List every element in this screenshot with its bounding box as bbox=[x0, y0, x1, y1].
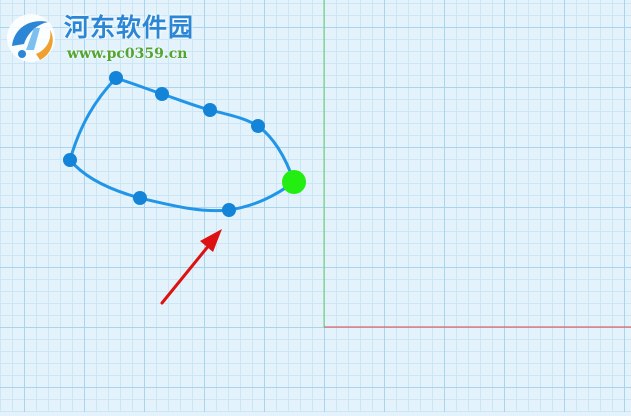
grid-minor-lines bbox=[0, 0, 631, 412]
control-point[interactable] bbox=[251, 119, 265, 133]
control-point[interactable] bbox=[133, 191, 147, 205]
closed-spline-curve[interactable] bbox=[68, 76, 296, 213]
grid-canvas[interactable] bbox=[0, 0, 631, 412]
control-point[interactable] bbox=[203, 103, 217, 117]
drawing-viewport[interactable]: 河东软件园 www.pc0359.cn bbox=[0, 0, 631, 412]
control-point[interactable] bbox=[109, 71, 123, 85]
grid-major-lines bbox=[0, 0, 631, 412]
control-point[interactable] bbox=[222, 203, 236, 217]
control-point[interactable] bbox=[155, 87, 169, 101]
active-control-point[interactable] bbox=[282, 170, 306, 194]
control-point[interactable] bbox=[63, 153, 77, 167]
